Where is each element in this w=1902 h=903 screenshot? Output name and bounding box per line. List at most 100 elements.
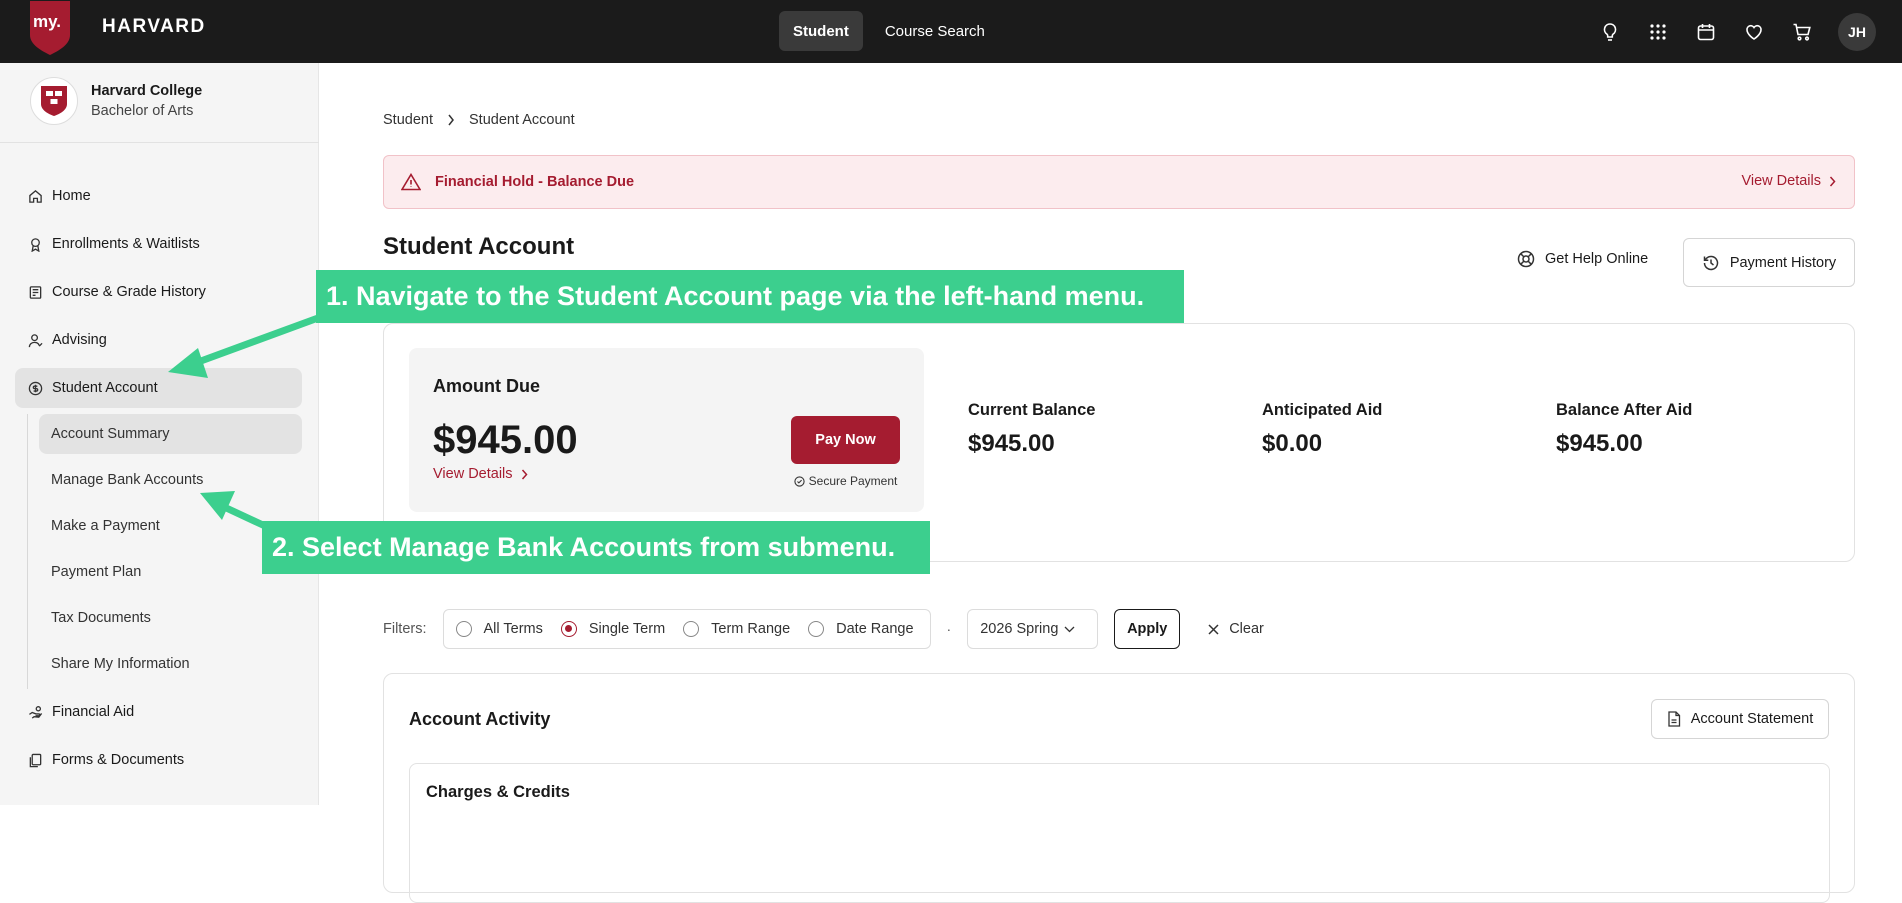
- heart-icon[interactable]: [1742, 20, 1766, 44]
- radio-label: All Terms: [483, 621, 543, 637]
- ribbon-icon: [27, 236, 43, 252]
- alert-text: Financial Hold - Balance Due: [435, 174, 635, 190]
- sidebar-divider: [0, 142, 319, 143]
- sidebar-item-label: Student Account: [52, 380, 158, 396]
- history-label: Payment History: [1729, 254, 1837, 271]
- person-icon: [27, 332, 43, 348]
- sidebar-item-label: Home: [52, 188, 91, 204]
- chevron-right-icon: [1829, 176, 1836, 186]
- sidebar-item-label: Enrollments & Waitlists: [52, 236, 200, 252]
- stat-current-balance: Current Balance $945.00: [968, 401, 1095, 458]
- school-name: Harvard College: [91, 83, 203, 99]
- stat-value: $945.00: [968, 430, 1055, 457]
- account-activity-card: Account Activity Account Statement Charg…: [383, 673, 1855, 903]
- subitem-account-summary[interactable]: Account Summary: [39, 414, 302, 454]
- subitem-tax-documents[interactable]: Tax Documents: [39, 598, 302, 638]
- alert-view-details-link[interactable]: View Details: [1741, 173, 1836, 189]
- radio-button-selected: [560, 621, 577, 637]
- nav-course-search[interactable]: Course Search: [871, 11, 999, 51]
- payment-history-button[interactable]: Payment History: [1683, 238, 1855, 287]
- user-avatar[interactable]: JH: [1838, 12, 1876, 51]
- radio-single-term[interactable]: Single Term: [560, 621, 666, 637]
- sidebar-item-home[interactable]: Home: [15, 176, 302, 216]
- term-select[interactable]: 2026 Spring: [967, 609, 1099, 649]
- stat-label: Balance After Aid: [1556, 401, 1693, 419]
- radio-button: [683, 621, 700, 637]
- sidebar-item-financial-aid[interactable]: Financial Aid: [15, 692, 302, 732]
- sidebar-item-label: Advising: [52, 332, 107, 348]
- help-label: Get Help Online: [1545, 251, 1649, 267]
- subitem-share-my-information[interactable]: Share My Information: [39, 644, 302, 684]
- secure-payment-note: Secure Payment: [791, 474, 900, 488]
- financial-hold-alert: Financial Hold - Balance Due View Detail…: [383, 155, 1855, 209]
- cart-icon[interactable]: [1790, 20, 1814, 44]
- callout-step-1: 1. Navigate to the Student Account page …: [316, 270, 1184, 323]
- sidebar-item-course-history[interactable]: Course & Grade History: [15, 272, 302, 312]
- account-activity-title: Account Activity: [409, 709, 551, 729]
- amount-due-view-details-link[interactable]: View Details: [433, 466, 528, 482]
- stat-anticipated-aid: Anticipated Aid $0.00: [1262, 401, 1382, 458]
- filter-separator: ·: [946, 621, 952, 637]
- sidebar: Harvard College Bachelor of Arts Home En…: [0, 63, 319, 805]
- apply-button[interactable]: Apply: [1114, 609, 1181, 649]
- breadcrumb-current: Student Account: [469, 112, 575, 128]
- amount-due-box: Amount Due $945.00 View Details Pay Now …: [409, 348, 924, 512]
- account-statement-button[interactable]: Account Statement: [1651, 699, 1829, 739]
- stat-label: Anticipated Aid: [1262, 401, 1383, 419]
- due-link-label: View Details: [433, 466, 513, 482]
- radio-label: Date Range: [836, 621, 914, 637]
- sidebar-item-label: Forms & Documents: [52, 752, 185, 768]
- harvard-seal-icon: [30, 77, 78, 125]
- stat-label: Current Balance: [968, 401, 1096, 419]
- shield-check-icon: [794, 475, 805, 487]
- hand-icon: [27, 704, 43, 720]
- school-info: Harvard College Bachelor of Arts: [30, 77, 202, 125]
- submenu-line: [27, 414, 28, 689]
- breadcrumb-student[interactable]: Student: [383, 112, 433, 128]
- chevron-down-icon: [1064, 626, 1075, 633]
- chevron-right-icon: [521, 469, 528, 479]
- charges-credits-title: Charges & Credits: [426, 783, 570, 801]
- documents-icon: [27, 752, 43, 768]
- chevron-right-icon: [447, 114, 455, 126]
- term-radio-group: All Terms Single Term Term Range Date Ra…: [442, 609, 931, 649]
- my-harvard-logo[interactable]: my. HARVARD: [30, 0, 204, 56]
- apps-grid-icon[interactable]: [1646, 20, 1670, 44]
- lightbulb-icon[interactable]: [1598, 20, 1622, 44]
- radio-all-terms[interactable]: All Terms: [455, 621, 543, 637]
- subitem-manage-bank-accounts[interactable]: Manage Bank Accounts: [39, 460, 302, 500]
- secure-label: Secure Payment: [808, 474, 898, 488]
- callout-step-2: 2. Select Manage Bank Accounts from subm…: [262, 521, 930, 574]
- radio-label: Single Term: [588, 621, 666, 637]
- top-nav-actions: JH: [1598, 0, 1902, 63]
- radio-button: [808, 621, 825, 637]
- top-bar: my. HARVARD Student Course Search JH: [0, 0, 1902, 63]
- clear-button[interactable]: Clear: [1208, 621, 1264, 637]
- breadcrumb: Student Student Account: [383, 112, 575, 128]
- stat-value: $945.00: [1556, 430, 1643, 457]
- nav-student[interactable]: Student: [779, 11, 863, 51]
- sidebar-item-student-account[interactable]: Student Account: [15, 368, 302, 408]
- page-title: Student Account: [383, 233, 575, 260]
- radio-button: [455, 621, 472, 637]
- statement-label: Account Statement: [1690, 711, 1814, 727]
- get-help-online-button[interactable]: Get Help Online: [1517, 250, 1648, 268]
- sidebar-item-enrollments[interactable]: Enrollments & Waitlists: [15, 224, 302, 264]
- close-icon: [1208, 623, 1219, 635]
- sidebar-item-forms-documents[interactable]: Forms & Documents: [15, 740, 302, 780]
- radio-term-range[interactable]: Term Range: [683, 621, 790, 637]
- pay-now-button[interactable]: Pay Now: [791, 416, 900, 464]
- logo-prefix: my.: [33, 12, 62, 31]
- warning-triangle-icon: [401, 172, 421, 192]
- lifebuoy-icon: [1517, 250, 1535, 268]
- sidebar-item-label: Financial Aid: [52, 704, 135, 720]
- calendar-icon[interactable]: [1694, 20, 1718, 44]
- clear-label: Clear: [1229, 621, 1264, 637]
- pdf-document-icon: [1667, 711, 1681, 727]
- term-select-value: 2026 Spring: [980, 621, 1059, 637]
- school-degree: Bachelor of Arts: [91, 103, 194, 119]
- logo-name: HARVARD: [102, 16, 206, 37]
- home-icon: [27, 188, 43, 204]
- sidebar-item-advising[interactable]: Advising: [15, 320, 302, 360]
- radio-date-range[interactable]: Date Range: [808, 621, 914, 637]
